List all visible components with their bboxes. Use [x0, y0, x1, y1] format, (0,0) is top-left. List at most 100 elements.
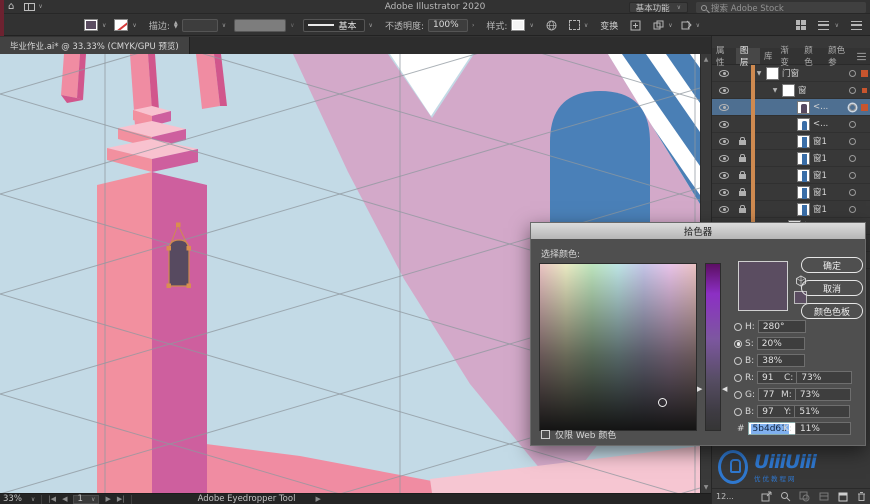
- collect-for-export-icon[interactable]: [761, 491, 772, 502]
- layer-row[interactable]: ▼ 窗: [712, 81, 870, 99]
- arrange-icon[interactable]: [653, 20, 664, 31]
- visibility-eye-icon[interactable]: [719, 120, 729, 128]
- layer-row-selected[interactable]: <...: [712, 98, 870, 116]
- chevron-down-icon[interactable]: ∨: [668, 22, 672, 29]
- h-field[interactable]: 280°: [757, 320, 806, 333]
- width-profile-dropdown[interactable]: [234, 18, 287, 32]
- layer-name[interactable]: <...: [813, 119, 828, 129]
- radio-s[interactable]: [734, 339, 742, 348]
- document-list-icon[interactable]: [817, 20, 829, 30]
- color-field[interactable]: [539, 263, 697, 431]
- status-flyout-arrow[interactable]: ▶: [315, 495, 320, 503]
- chevron-down-icon[interactable]: ∨: [132, 22, 136, 29]
- first-artboard-arrow[interactable]: |◀: [48, 495, 56, 503]
- layer-name[interactable]: 窗1: [813, 186, 827, 198]
- slider-arrow-right[interactable]: ◀: [722, 386, 727, 393]
- color-spectrum-slider[interactable]: [705, 263, 721, 431]
- k-field[interactable]: 11%: [794, 422, 851, 435]
- slider-arrow-left[interactable]: ▶: [697, 386, 702, 393]
- artboard-navigation[interactable]: 1 ∨: [73, 494, 100, 504]
- chevron-down-icon[interactable]: ∨: [696, 22, 700, 29]
- tab-color[interactable]: 颜色: [800, 46, 824, 68]
- visibility-eye-icon[interactable]: [719, 137, 729, 145]
- stroke-weight-stepper[interactable]: ▲ ▼: [174, 21, 178, 30]
- radio-g[interactable]: [734, 390, 742, 399]
- chevron-down-icon[interactable]: ∨: [835, 22, 839, 29]
- lock-icon[interactable]: [735, 188, 749, 196]
- layer-name[interactable]: 窗1: [813, 169, 827, 181]
- chevron-down-icon[interactable]: ∨: [222, 22, 226, 29]
- visibility-eye-icon[interactable]: [719, 69, 729, 77]
- zoom-level[interactable]: 33%: [3, 494, 22, 504]
- c-field[interactable]: 73%: [796, 371, 853, 384]
- tab-properties[interactable]: 属性: [712, 46, 736, 68]
- radio-b2[interactable]: [734, 407, 742, 416]
- layer-row[interactable]: ▼ 门窗: [712, 64, 870, 82]
- chevron-down-icon[interactable]: ∨: [290, 22, 294, 29]
- opacity-flyout-arrow[interactable]: ›: [472, 22, 474, 29]
- arrange-documents-grid-icon[interactable]: [795, 20, 806, 30]
- y-field[interactable]: 51%: [794, 405, 851, 418]
- radio-r[interactable]: [734, 373, 742, 382]
- layer-name[interactable]: 窗1: [813, 152, 827, 164]
- workspace-switcher[interactable]: 基本功能 ∨: [628, 2, 688, 14]
- target-circle[interactable]: [849, 103, 856, 111]
- dialog-titlebar[interactable]: 拾色器: [531, 223, 865, 239]
- layer-row[interactable]: 窗1: [712, 132, 870, 150]
- chevron-down-icon[interactable]: ▼: [771, 87, 779, 94]
- visibility-eye-icon[interactable]: [719, 154, 729, 162]
- s-field[interactable]: 20%: [756, 337, 805, 350]
- color-field-marker[interactable]: [658, 398, 667, 407]
- tab-gradient[interactable]: 渐变: [776, 46, 800, 68]
- scroll-down-arrow[interactable]: ▼: [704, 484, 709, 491]
- b-field[interactable]: 38%: [757, 354, 806, 367]
- fill-color-swatch[interactable]: [84, 19, 98, 31]
- ok-button[interactable]: 确定: [801, 257, 863, 273]
- color-swatches-button[interactable]: 颜色色板: [801, 303, 863, 319]
- selection-square[interactable]: [861, 103, 868, 111]
- target-circle[interactable]: [849, 137, 856, 145]
- graphic-styles-icon[interactable]: [681, 20, 692, 31]
- prev-artboard-arrow[interactable]: ◀: [62, 495, 67, 503]
- chevron-down-icon[interactable]: ∨: [102, 22, 106, 29]
- stroke-color-swatch[interactable]: [114, 19, 129, 31]
- last-artboard-arrow[interactable]: ▶|: [117, 495, 125, 503]
- selection-square[interactable]: [862, 87, 867, 93]
- style-swatch[interactable]: [511, 19, 526, 31]
- new-layer-icon[interactable]: [837, 491, 848, 502]
- tab-color-guide[interactable]: 颜色参: [824, 46, 856, 68]
- visibility-eye-icon[interactable]: [719, 103, 729, 111]
- document-tab[interactable]: 毕业作业.ai* @ 33.33% (CMYK/GPU 预览): [0, 37, 190, 54]
- cancel-button[interactable]: 取消: [801, 280, 863, 296]
- chevron-down-icon[interactable]: ∨: [529, 22, 533, 29]
- chevron-down-icon[interactable]: ▼: [755, 70, 763, 77]
- visibility-eye-icon[interactable]: [719, 171, 729, 179]
- transform-button[interactable]: 变换: [600, 19, 618, 32]
- stroke-weight-field[interactable]: [181, 18, 218, 32]
- target-circle[interactable]: [849, 86, 856, 94]
- radio-b[interactable]: [734, 356, 742, 365]
- target-circle[interactable]: [849, 154, 856, 162]
- new-sublayer-icon[interactable]: [818, 491, 829, 502]
- scroll-up-arrow[interactable]: ▲: [704, 56, 709, 63]
- visibility-eye-icon[interactable]: [719, 205, 729, 213]
- web-colors-only-checkbox[interactable]: [541, 430, 550, 439]
- layer-row[interactable]: 窗1: [712, 166, 870, 184]
- make-mask-icon[interactable]: [799, 491, 810, 502]
- lock-icon[interactable]: [735, 171, 749, 179]
- target-circle[interactable]: [849, 171, 856, 179]
- lock-icon[interactable]: [735, 137, 749, 145]
- layer-name[interactable]: 窗: [798, 84, 807, 96]
- layer-row[interactable]: 窗1: [712, 149, 870, 167]
- layer-row[interactable]: 窗1: [712, 200, 870, 218]
- target-circle[interactable]: [849, 188, 856, 196]
- locate-object-icon[interactable]: [780, 491, 791, 502]
- target-circle[interactable]: [849, 205, 856, 213]
- selection-square[interactable]: [861, 69, 868, 77]
- opacity-field[interactable]: 100%: [427, 18, 468, 32]
- next-artboard-arrow[interactable]: ▶: [105, 495, 110, 503]
- brush-definition-dropdown[interactable]: 基本: [302, 18, 365, 32]
- layer-name[interactable]: 门窗: [782, 67, 799, 79]
- m-field[interactable]: 73%: [794, 388, 851, 401]
- layer-name[interactable]: 窗1: [813, 135, 827, 147]
